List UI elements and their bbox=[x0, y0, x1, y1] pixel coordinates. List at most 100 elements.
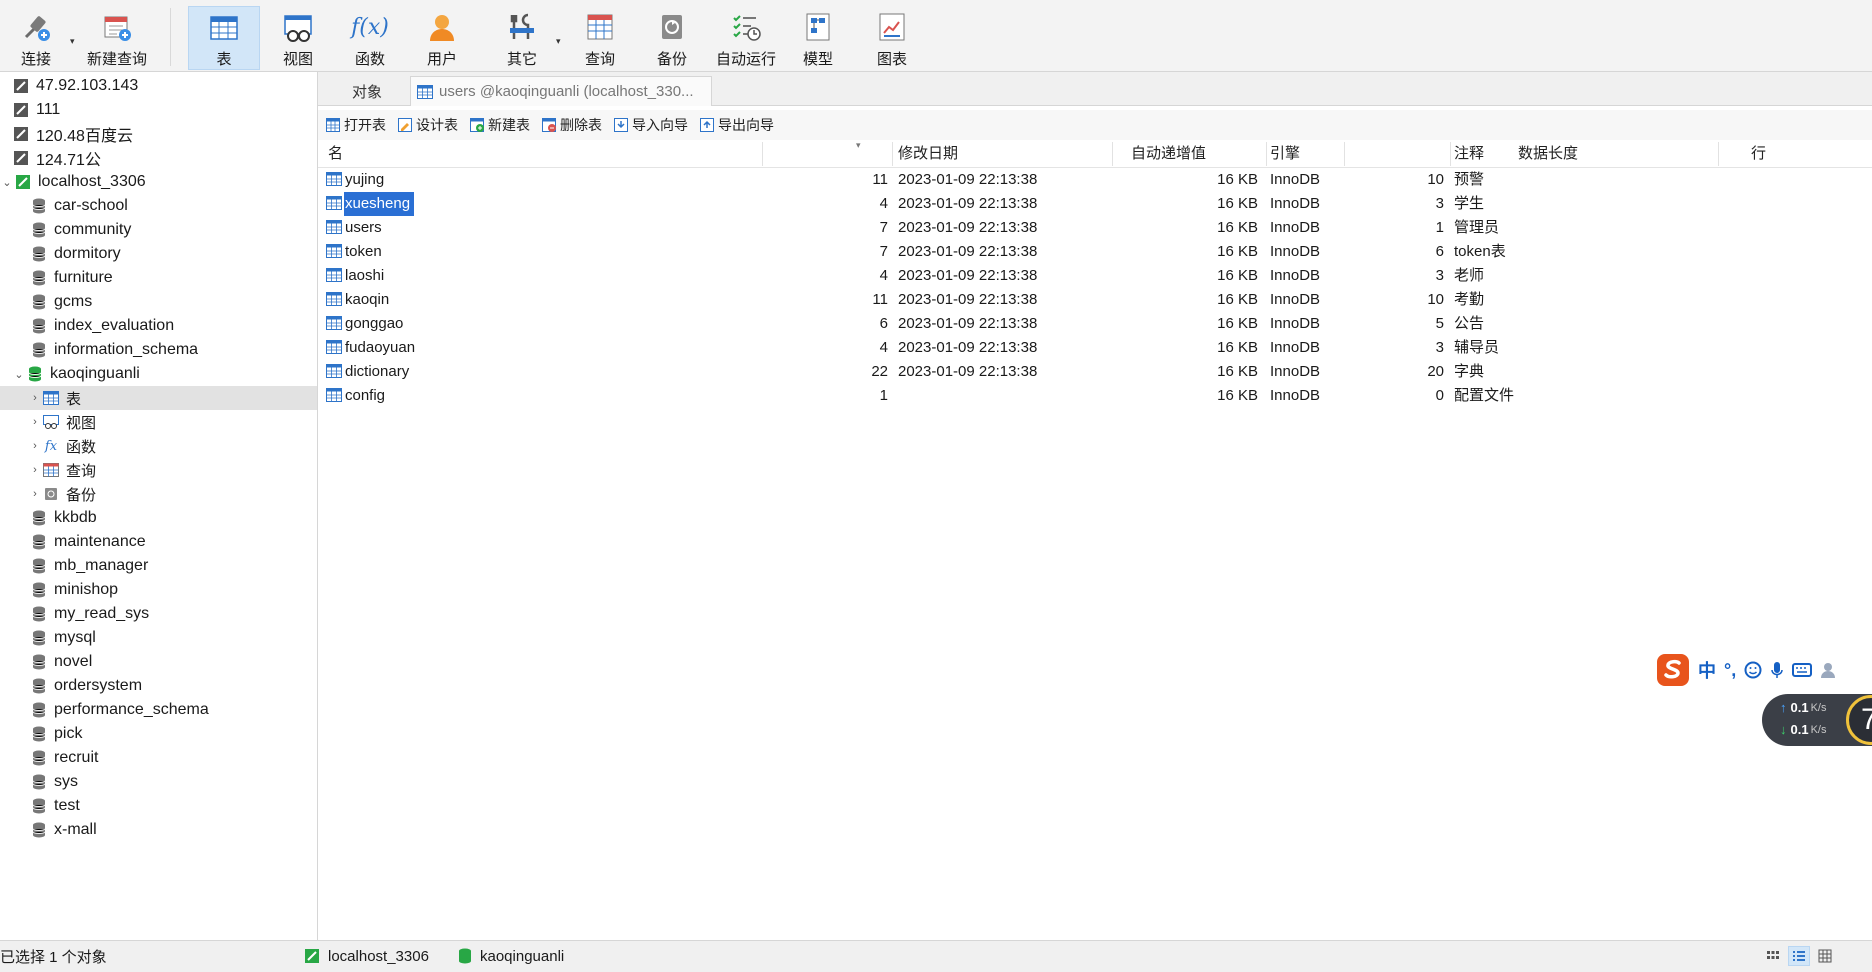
tab-objects[interactable]: 对象 bbox=[332, 76, 402, 106]
user-button[interactable]: 用户 bbox=[414, 6, 470, 70]
tree-database[interactable]: community bbox=[0, 218, 317, 242]
tree-connection[interactable]: 120.48百度云 bbox=[0, 122, 317, 146]
design-table-button[interactable]: 设计表 bbox=[398, 115, 458, 135]
auto-run-button[interactable]: 自动运行 bbox=[712, 6, 780, 70]
tree-database[interactable]: performance_schema bbox=[0, 698, 317, 722]
tree-database[interactable]: furniture bbox=[0, 266, 317, 290]
export-wizard-button[interactable]: 导出向导 bbox=[700, 115, 774, 135]
chevron-right-icon[interactable]: › bbox=[28, 392, 42, 404]
connect-dropdown-icon[interactable]: ▾ bbox=[70, 36, 80, 47]
detail-view-icon[interactable] bbox=[1814, 946, 1836, 966]
tree-node-tables[interactable]: › 表 bbox=[0, 386, 317, 410]
punctuation-icon[interactable]: °, bbox=[1724, 660, 1736, 681]
tab-users-label: users @kaoqinguanli (localhost_330... bbox=[439, 83, 694, 100]
column-header-rows[interactable]: 行 bbox=[1344, 140, 1766, 168]
tree-database[interactable]: ordersystem bbox=[0, 674, 317, 698]
open-table-button[interactable]: 打开表 bbox=[326, 115, 386, 135]
view-button[interactable]: 视图 bbox=[270, 6, 326, 70]
design-table-label: 设计表 bbox=[416, 117, 458, 133]
status-bar: 已选择 1 个对象 localhost_3306 kaoqinguanli bbox=[0, 940, 1872, 972]
column-header-comment[interactable]: 注释 bbox=[1454, 140, 1484, 168]
tree-database[interactable]: minishop bbox=[0, 578, 317, 602]
tree-connection[interactable]: 111 bbox=[0, 98, 317, 122]
tree-database-label: performance_schema bbox=[54, 701, 209, 718]
table-row[interactable]: fudaoyuan 4 2023-01-09 22:13:38 16 KB In… bbox=[318, 336, 1872, 360]
tab-users-table[interactable]: users @kaoqinguanli (localhost_330... bbox=[410, 76, 712, 106]
column-divider[interactable] bbox=[1450, 142, 1451, 166]
ime-toolbar[interactable]: 中 °, bbox=[1656, 652, 1872, 688]
chevron-right-icon[interactable]: › bbox=[28, 440, 42, 452]
column-divider[interactable] bbox=[1718, 142, 1719, 166]
chevron-right-icon[interactable]: › bbox=[28, 488, 42, 500]
table-button[interactable]: 表 bbox=[188, 6, 260, 70]
table-row[interactable]: users 7 2023-01-09 22:13:38 16 KB InnoDB… bbox=[318, 216, 1872, 240]
table-row-selected[interactable]: xuesheng 4 2023-01-09 22:13:38 16 KB Inn… bbox=[318, 191, 1872, 217]
tree-database[interactable]: novel bbox=[0, 650, 317, 674]
tree-database[interactable]: information_schema bbox=[0, 338, 317, 362]
tree-database[interactable]: my_read_sys bbox=[0, 602, 317, 626]
tree-database[interactable]: test bbox=[0, 794, 317, 818]
table-row[interactable]: kaoqin 11 2023-01-09 22:13:38 16 KB Inno… bbox=[318, 288, 1872, 312]
model-button[interactable]: 模型 bbox=[790, 6, 846, 70]
column-header-modified[interactable]: 修改日期 bbox=[898, 140, 958, 168]
query-button[interactable]: 查询 bbox=[572, 6, 628, 70]
new-query-button[interactable]: 新建查询 bbox=[84, 6, 150, 70]
chevron-right-icon[interactable]: › bbox=[28, 416, 42, 428]
chart-button[interactable]: 图表 bbox=[864, 6, 920, 70]
delete-table-button[interactable]: 删除表 bbox=[542, 115, 602, 135]
column-header-name[interactable]: 名 bbox=[328, 140, 343, 168]
microphone-icon[interactable] bbox=[1770, 661, 1784, 679]
grid-view-icon[interactable] bbox=[1762, 946, 1784, 966]
column-divider[interactable] bbox=[892, 142, 893, 166]
tree-database-label: test bbox=[54, 797, 80, 814]
database-icon bbox=[30, 773, 48, 791]
tree-database[interactable]: mb_manager bbox=[0, 554, 317, 578]
table-row[interactable]: laoshi 4 2023-01-09 22:13:38 16 KB InnoD… bbox=[318, 264, 1872, 288]
sogou-logo-icon[interactable] bbox=[1656, 653, 1690, 687]
tree-node-queries[interactable]: › 查询 bbox=[0, 458, 317, 482]
network-speed-widget[interactable]: ↑ 0.1 K/s ↓ 0.1 K/s 7 bbox=[1762, 694, 1872, 746]
tree-node-label: 备份 bbox=[66, 486, 97, 504]
connect-button[interactable]: 连接 bbox=[14, 6, 58, 70]
table-row[interactable]: yujing 11 2023-01-09 22:13:38 16 KB Inno… bbox=[318, 168, 1872, 192]
user-settings-icon[interactable] bbox=[1820, 661, 1840, 679]
import-wizard-button[interactable]: 导入向导 bbox=[614, 115, 688, 135]
other-dropdown-icon[interactable]: ▾ bbox=[556, 36, 566, 47]
function-button[interactable]: f(x) 函数 bbox=[342, 6, 398, 70]
tree-connection[interactable]: 47.92.103.143 bbox=[0, 74, 317, 98]
other-button[interactable]: 其它 bbox=[494, 6, 550, 70]
backup-button[interactable]: 备份 bbox=[644, 6, 700, 70]
table-row[interactable]: gonggao 6 2023-01-09 22:13:38 16 KB Inno… bbox=[318, 312, 1872, 336]
tree-database[interactable]: sys bbox=[0, 770, 317, 794]
tree-database-open[interactable]: ⌄ kaoqinguanli bbox=[0, 362, 317, 386]
emoji-icon[interactable] bbox=[1744, 661, 1762, 679]
tree-database[interactable]: car-school bbox=[0, 194, 317, 218]
tree-database[interactable]: index_evaluation bbox=[0, 314, 317, 338]
tree-database[interactable]: recruit bbox=[0, 746, 317, 770]
chevron-down-icon[interactable]: ⌄ bbox=[0, 176, 14, 189]
new-table-button[interactable]: 新建表 bbox=[470, 115, 530, 135]
list-view-icon[interactable] bbox=[1788, 946, 1810, 966]
tree-database[interactable]: gcms bbox=[0, 290, 317, 314]
tree-database[interactable]: kkbdb bbox=[0, 506, 317, 530]
tree-node-functions[interactable]: › fx 函数 bbox=[0, 434, 317, 458]
tree-node-label: 表 bbox=[66, 390, 82, 408]
table-row[interactable]: config 1 16 KB InnoDB 0 配置文件 bbox=[318, 384, 1872, 408]
column-header-engine[interactable]: 引擎 bbox=[1270, 140, 1300, 168]
column-divider[interactable] bbox=[1266, 142, 1267, 166]
tree-node-views[interactable]: › 视图 bbox=[0, 410, 317, 434]
tree-database[interactable]: maintenance bbox=[0, 530, 317, 554]
table-row[interactable]: dictionary 22 2023-01-09 22:13:38 16 KB … bbox=[318, 360, 1872, 384]
tree-connection-active[interactable]: ⌄ localhost_3306 bbox=[0, 170, 317, 194]
tree-database[interactable]: pick bbox=[0, 722, 317, 746]
ime-language-label[interactable]: 中 bbox=[1698, 657, 1716, 683]
tree-connection[interactable]: 124.71公 bbox=[0, 146, 317, 170]
tree-database[interactable]: x-mall bbox=[0, 818, 317, 842]
chevron-down-icon[interactable]: ⌄ bbox=[12, 368, 26, 381]
tree-node-backups[interactable]: › 备份 bbox=[0, 482, 317, 506]
table-row[interactable]: token 7 2023-01-09 22:13:38 16 KB InnoDB… bbox=[318, 240, 1872, 264]
tree-database[interactable]: mysql bbox=[0, 626, 317, 650]
keyboard-icon[interactable] bbox=[1792, 662, 1813, 678]
chevron-right-icon[interactable]: › bbox=[28, 464, 42, 476]
tree-database[interactable]: dormitory bbox=[0, 242, 317, 266]
